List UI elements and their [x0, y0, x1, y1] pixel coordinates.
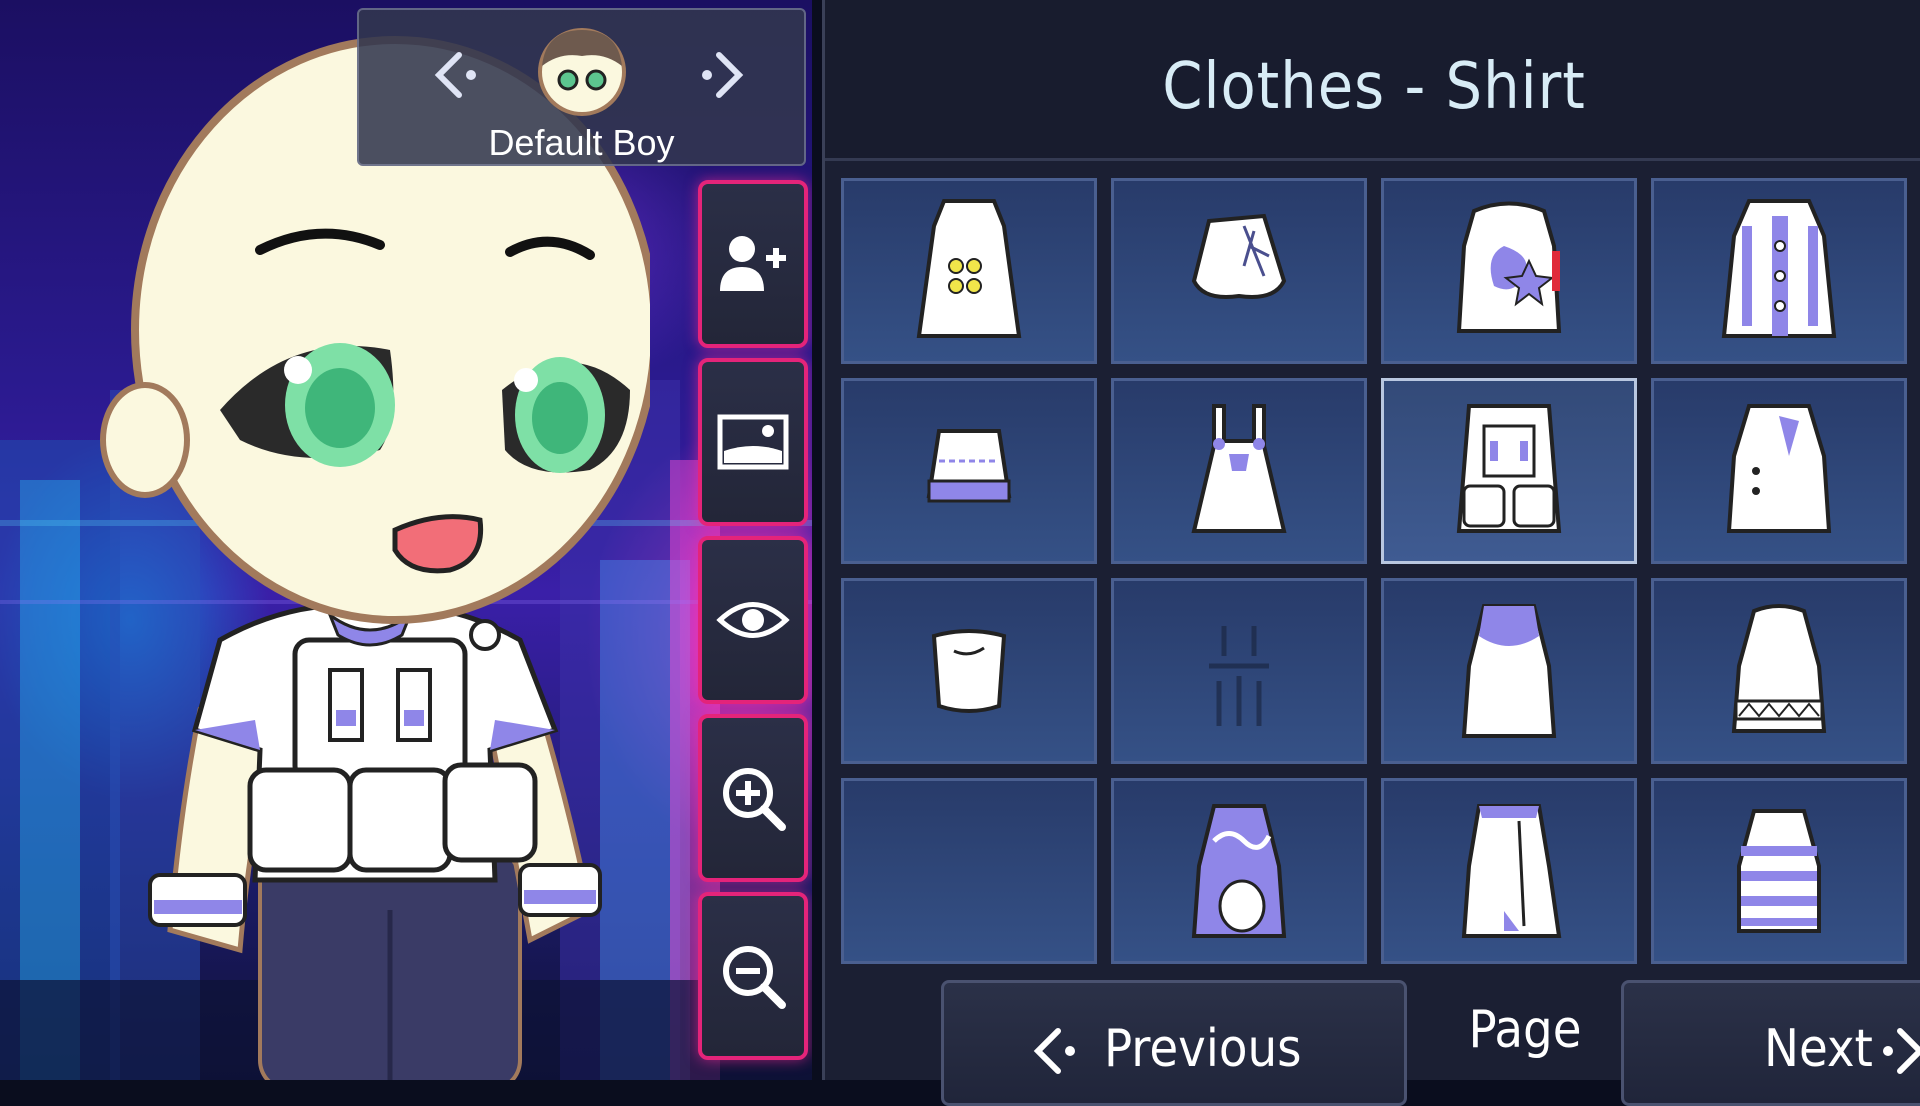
panel-header: Clothes - Shirt: [825, 0, 1920, 161]
tube-top-icon: [931, 629, 1007, 713]
laced-crop-top-icon: [1191, 213, 1287, 299]
character-head-icon[interactable]: [534, 22, 630, 118]
item-tile-tube-top[interactable]: [841, 578, 1097, 764]
item-tile-white-top-yellow-buttons[interactable]: [841, 178, 1097, 364]
item-tile-tee-with-star-print[interactable]: [1381, 178, 1637, 364]
zoom-out-button[interactable]: [698, 892, 808, 1060]
zoom-out-icon: [723, 946, 786, 1009]
item-tile-halter-top[interactable]: [1381, 578, 1637, 764]
striped-tank-icon: [1737, 809, 1821, 933]
chevron-right-icon: [1883, 1028, 1920, 1074]
halter-top-icon: [1461, 604, 1557, 738]
background-button[interactable]: [698, 358, 808, 526]
previous-character-icon[interactable]: [419, 40, 489, 110]
add-user-icon: [720, 236, 786, 291]
item-tile-empty[interactable]: [841, 778, 1097, 964]
item-tile-laced-crop-top[interactable]: [1111, 178, 1367, 364]
button-coat-icon: [1721, 199, 1837, 338]
panel-title: Clothes - Shirt: [1162, 50, 1586, 124]
swirl-print-top-icon: [1191, 804, 1287, 938]
image-icon: [717, 414, 789, 470]
item-tile-patterned-hem-top[interactable]: [1651, 578, 1907, 764]
character-selector: Default Boy: [357, 8, 806, 166]
tee-with-star-print-icon: [1456, 201, 1562, 333]
asymmetric-top-icon: [1461, 804, 1562, 938]
item-tile-swirl-print-top[interactable]: [1111, 778, 1367, 964]
tactical-vest-icon: [1456, 404, 1562, 533]
eye-icon: [716, 602, 790, 638]
abs-outline-icon: [1209, 626, 1269, 726]
item-tile-frilled-crop-top[interactable]: [841, 378, 1097, 564]
next-page-button[interactable]: Next: [1621, 980, 1920, 1106]
white-top-yellow-buttons-icon: [916, 199, 1022, 338]
visibility-button[interactable]: [698, 536, 808, 704]
page-label: Page: [1468, 1000, 1582, 1060]
add-character-button[interactable]: [698, 180, 808, 348]
clothes-panel: Clothes - Shirt Previous Page Next: [822, 0, 1920, 1106]
zoom-in-button[interactable]: [698, 714, 808, 882]
character-stage: Default Boy: [0, 0, 812, 1080]
item-tile-overall-bib[interactable]: [1111, 378, 1367, 564]
item-tile-button-coat[interactable]: [1651, 178, 1907, 364]
collared-blazer-icon: [1726, 404, 1832, 533]
chevron-left-icon: [1033, 1028, 1075, 1074]
next-character-icon[interactable]: [689, 40, 759, 110]
item-tile-abs-outline[interactable]: [1111, 578, 1367, 764]
item-tile-asymmetric-top[interactable]: [1381, 778, 1637, 964]
frilled-crop-top-icon: [926, 429, 1012, 503]
item-tile-striped-tank[interactable]: [1651, 778, 1907, 964]
character-name: Default Boy: [488, 122, 675, 163]
next-page-label: Next: [1764, 1019, 1873, 1079]
previous-page-label: Previous: [1104, 1019, 1302, 1079]
overall-bib-icon: [1191, 404, 1287, 533]
item-tile-collared-blazer[interactable]: [1651, 378, 1907, 564]
patterned-hem-top-icon: [1731, 604, 1827, 733]
zoom-in-icon: [723, 768, 786, 831]
previous-page-button[interactable]: Previous: [941, 980, 1407, 1106]
character-preview[interactable]: [90, 30, 650, 1080]
item-tile-tactical-vest[interactable]: [1381, 378, 1637, 564]
